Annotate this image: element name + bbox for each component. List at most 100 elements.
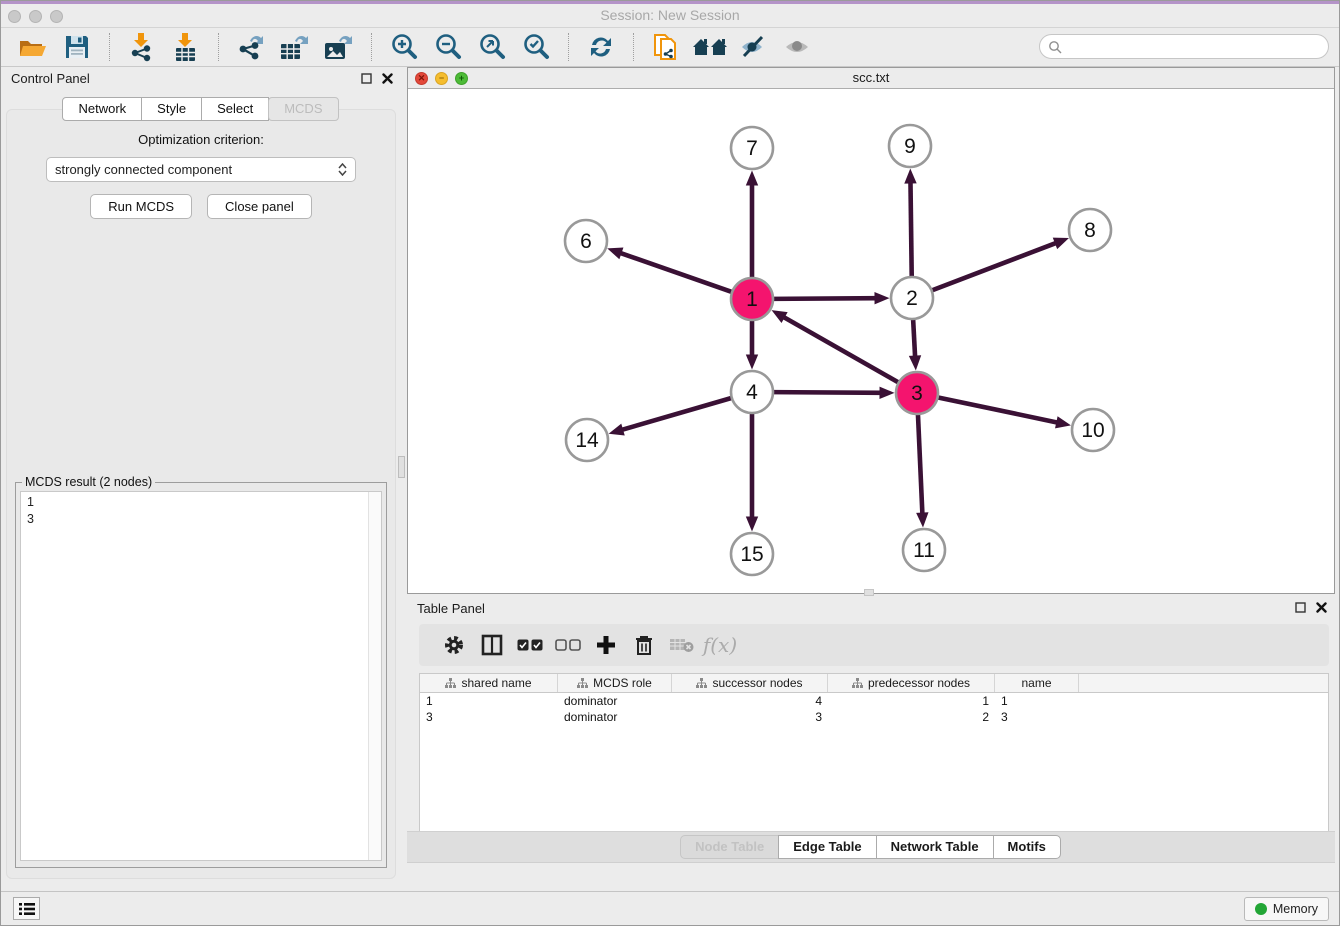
- network-from-selection-button[interactable]: [644, 31, 688, 63]
- first-neighbors-button[interactable]: [688, 31, 732, 63]
- memory-button[interactable]: Memory: [1244, 897, 1329, 921]
- add-row-button[interactable]: [587, 628, 625, 662]
- graph-node-10[interactable]: 10: [1072, 409, 1114, 451]
- tab-mcds[interactable]: MCDS: [268, 97, 338, 121]
- graph-node-14[interactable]: 14: [566, 419, 608, 461]
- table-cell[interactable]: 3: [995, 709, 1079, 725]
- deselect-all-columns-button[interactable]: [549, 628, 587, 662]
- export-table-button[interactable]: [273, 31, 317, 63]
- criterion-select[interactable]: strongly connected component: [46, 157, 356, 182]
- network-close-button[interactable]: ✕: [415, 72, 428, 85]
- zoom-in-button[interactable]: [382, 31, 426, 63]
- save-session-button[interactable]: [55, 31, 99, 63]
- arrowhead-4-3: [879, 387, 894, 399]
- table-cell[interactable]: 2: [828, 709, 995, 725]
- float-table-panel-icon[interactable]: [1295, 602, 1306, 613]
- edge-3-10[interactable]: [938, 397, 1059, 422]
- export-image-button[interactable]: [317, 31, 361, 63]
- result-scrollbar[interactable]: [368, 492, 381, 860]
- table-settings-button[interactable]: [435, 628, 473, 662]
- network-maximize-button[interactable]: +: [455, 72, 468, 85]
- tab-network[interactable]: Network: [62, 97, 142, 121]
- column-header-shared-name[interactable]: shared name: [420, 674, 558, 692]
- edge-2-3[interactable]: [913, 319, 915, 358]
- import-table-button[interactable]: [164, 31, 208, 63]
- delete-table-button[interactable]: [663, 628, 701, 662]
- select-all-columns-button[interactable]: [511, 628, 549, 662]
- minimize-window-button[interactable]: [29, 10, 42, 23]
- table-row[interactable]: 3dominator323: [420, 709, 1328, 725]
- edge-3-1[interactable]: [783, 317, 899, 383]
- edge-4-3[interactable]: [773, 392, 882, 393]
- export-network-button[interactable]: [229, 31, 273, 63]
- tab-select[interactable]: Select: [201, 97, 269, 121]
- apply-layout-button[interactable]: [579, 31, 623, 63]
- tab-motifs[interactable]: Motifs: [993, 835, 1061, 859]
- close-panel-icon[interactable]: [382, 73, 393, 84]
- zoom-out-button[interactable]: [426, 31, 470, 63]
- zoom-window-button[interactable]: [50, 10, 63, 23]
- search-input[interactable]: [1062, 39, 1328, 54]
- table-cell[interactable]: 1: [828, 693, 995, 709]
- close-table-panel-icon[interactable]: [1316, 602, 1327, 613]
- graph-node-11[interactable]: 11: [903, 529, 945, 571]
- table-row[interactable]: 1dominator411: [420, 693, 1328, 709]
- table-cell[interactable]: 1: [420, 693, 558, 709]
- edge-1-6[interactable]: [620, 253, 733, 292]
- table-cell[interactable]: 3: [672, 709, 828, 725]
- mcds-result-list[interactable]: 13: [20, 491, 382, 861]
- table-cell[interactable]: 3: [420, 709, 558, 725]
- import-network-button[interactable]: [120, 31, 164, 63]
- column-label: successor nodes: [712, 676, 802, 690]
- run-mcds-button[interactable]: Run MCDS: [90, 194, 192, 219]
- task-history-button[interactable]: [13, 897, 40, 920]
- table-cell[interactable]: dominator: [558, 693, 672, 709]
- column-header-name[interactable]: name: [995, 674, 1079, 692]
- zoom-selected-button[interactable]: [514, 31, 558, 63]
- function-builder-button[interactable]: f(x): [701, 628, 739, 662]
- graph-node-4[interactable]: 4: [731, 371, 773, 413]
- edge-2-8[interactable]: [932, 243, 1057, 291]
- column-header-successor-nodes[interactable]: successor nodes: [672, 674, 828, 692]
- horizontal-splitter-handle[interactable]: [864, 589, 874, 596]
- graph-node-3[interactable]: 3: [896, 372, 938, 414]
- edge-1-2[interactable]: [773, 298, 877, 299]
- edge-2-9[interactable]: [910, 181, 911, 277]
- split-panel-button[interactable]: [473, 628, 511, 662]
- tab-style[interactable]: Style: [141, 97, 202, 121]
- import-network-icon: [128, 32, 156, 62]
- edge-3-11[interactable]: [918, 414, 922, 515]
- panel-splitter-handle[interactable]: [398, 456, 405, 478]
- control-panel-title: Control Panel: [11, 71, 90, 86]
- open-file-button[interactable]: [11, 31, 55, 63]
- zoom-selected-icon: [521, 32, 551, 62]
- tab-node-table[interactable]: Node Table: [680, 835, 779, 859]
- graph-node-8[interactable]: 8: [1069, 209, 1111, 251]
- table-cell[interactable]: 1: [995, 693, 1079, 709]
- column-header-MCDS-role[interactable]: MCDS role: [558, 674, 672, 692]
- tab-edge-table[interactable]: Edge Table: [778, 835, 876, 859]
- edge-4-14[interactable]: [621, 398, 732, 430]
- graph-node-2[interactable]: 2: [891, 277, 933, 319]
- table-cell[interactable]: dominator: [558, 709, 672, 725]
- network-canvas[interactable]: 7 9 6 8 1 2 4 3 14 10 15 11: [408, 89, 1334, 593]
- zoom-out-icon: [433, 32, 463, 62]
- graph-node-7[interactable]: 7: [731, 127, 773, 169]
- close-window-button[interactable]: [8, 10, 21, 23]
- show-all-button[interactable]: [776, 31, 820, 63]
- delete-row-button[interactable]: [625, 628, 663, 662]
- search-box[interactable]: [1039, 34, 1329, 59]
- graph-node-15[interactable]: 15: [731, 533, 773, 575]
- column-header-predecessor-nodes[interactable]: predecessor nodes: [828, 674, 995, 692]
- hide-selection-button[interactable]: [732, 31, 776, 63]
- graph-node-1[interactable]: 1: [731, 278, 773, 320]
- float-panel-icon[interactable]: [361, 73, 372, 84]
- network-window-titlebar[interactable]: ✕ − + scc.txt: [408, 68, 1334, 89]
- close-panel-button[interactable]: Close panel: [207, 194, 312, 219]
- graph-node-9[interactable]: 9: [889, 125, 931, 167]
- zoom-fit-button[interactable]: [470, 31, 514, 63]
- network-minimize-button[interactable]: −: [435, 72, 448, 85]
- table-cell[interactable]: 4: [672, 693, 828, 709]
- graph-node-6[interactable]: 6: [565, 220, 607, 262]
- tab-network-table[interactable]: Network Table: [876, 835, 994, 859]
